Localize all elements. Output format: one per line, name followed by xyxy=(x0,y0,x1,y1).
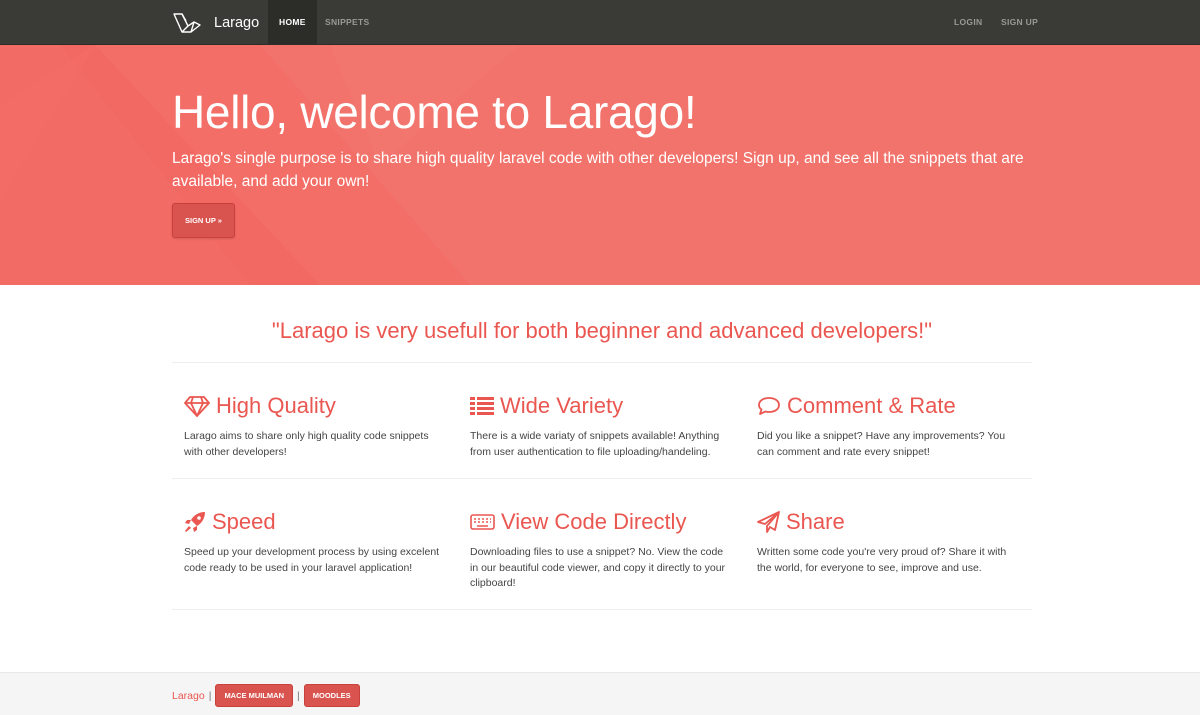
navbar: Larago HOME SNIPPETS LOGIN SIGN UP xyxy=(0,0,1200,45)
feature-title: View Code Directly xyxy=(501,509,687,534)
feature-description: Larago aims to share only high quality c… xyxy=(184,430,429,458)
footer: Larago | MACE MUILMAN | MOODLES xyxy=(0,672,1200,715)
divider xyxy=(172,478,1032,479)
keyboard-icon xyxy=(470,513,495,531)
hero-text: Larago's single purpose is to share high… xyxy=(172,150,1024,190)
feature-description: Speed up your development process by usi… xyxy=(184,546,440,574)
feature-view-code: View Code Directly Downloading files to … xyxy=(470,508,730,592)
divider xyxy=(172,362,1032,363)
laravel-logo-icon xyxy=(172,12,204,34)
footer-moodles-button[interactable]: MOODLES xyxy=(303,684,360,707)
hero-signup-button[interactable]: SIGN UP » xyxy=(172,203,235,238)
brand-link[interactable]: Larago xyxy=(172,0,259,45)
divider xyxy=(172,609,1032,610)
paper-plane-icon xyxy=(757,511,780,533)
rocket-icon xyxy=(184,511,206,533)
comment-icon xyxy=(757,396,781,416)
footer-author-button[interactable]: MACE MUILMAN xyxy=(215,684,294,707)
feature-title: Speed xyxy=(212,509,276,534)
feature-speed: Speed Speed up your development process … xyxy=(184,508,444,576)
nav-login[interactable]: LOGIN xyxy=(943,0,993,45)
feature-title: Wide Variety xyxy=(500,393,624,418)
brand-name: Larago xyxy=(214,14,260,31)
feature-share: Share Written some code you're very prou… xyxy=(757,508,1017,576)
feature-wide-variety: Wide Variety There is a wide variaty of … xyxy=(470,392,730,460)
footer-separator: | xyxy=(208,689,212,702)
nav-snippets[interactable]: SNIPPETS xyxy=(314,0,380,45)
hero-banner: Hello, welcome to Larago! Larago's singl… xyxy=(0,45,1200,285)
feature-description: Written some code you're very proud of? … xyxy=(757,546,1007,574)
diamond-icon xyxy=(184,395,210,417)
feature-description: Did you like a snippet? Have any improve… xyxy=(757,430,1006,458)
feature-high-quality: High Quality Larago aims to share only h… xyxy=(184,392,444,460)
nav-home[interactable]: HOME xyxy=(268,0,317,45)
feature-comment-rate: Comment & Rate Did you like a snippet? H… xyxy=(757,392,1017,460)
feature-title: Share xyxy=(786,509,845,534)
feature-description: Downloading files to use a snippet? No. … xyxy=(470,546,726,589)
list-icon xyxy=(470,396,494,416)
footer-separator: | xyxy=(297,689,300,702)
feature-description: There is a wide variaty of snippets avai… xyxy=(470,430,720,458)
tagline-quote: "Larago is very usefull for both beginne… xyxy=(271,318,933,343)
hero-title: Hello, welcome to Larago! xyxy=(172,86,697,138)
feature-title: Comment & Rate xyxy=(787,393,956,418)
footer-brand-link[interactable]: Larago xyxy=(172,690,205,702)
nav-signup[interactable]: SIGN UP xyxy=(990,0,1049,45)
feature-title: High Quality xyxy=(216,393,336,418)
